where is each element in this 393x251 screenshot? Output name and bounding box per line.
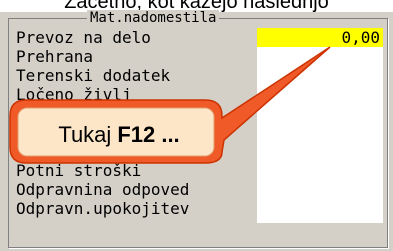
callout-label: Tukaj xyxy=(58,122,112,147)
callout-text: Tukaj F12 ... xyxy=(16,110,222,160)
callout-key: F12 ... xyxy=(117,122,180,147)
